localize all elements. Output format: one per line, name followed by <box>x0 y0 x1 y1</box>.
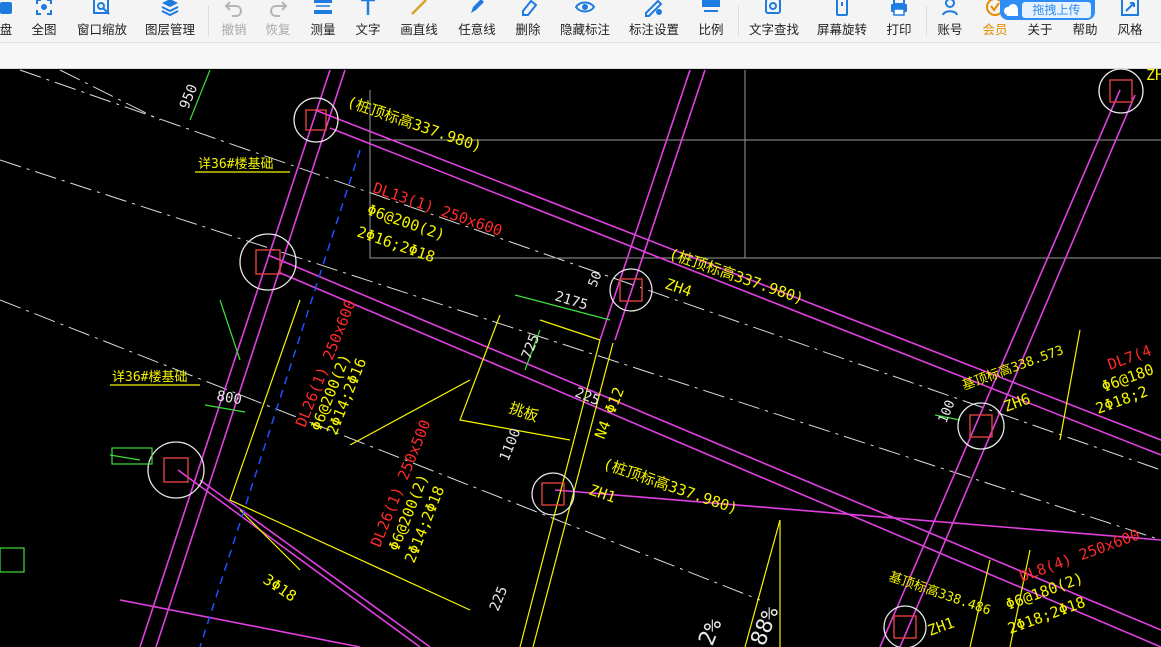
line-icon <box>408 0 430 17</box>
drag-upload-label: 拖拽上传 <box>1022 2 1091 18</box>
text-search-icon <box>763 0 785 17</box>
toolbar-style-button[interactable]: 风格 <box>1116 0 1144 42</box>
toolbar-print-button[interactable]: 打印 <box>884 0 914 42</box>
cad-drawing: (桩顶标高337.980) (桩顶标高337.980) (桩顶标高337.980… <box>0 69 1161 647</box>
pile-label-zh1-a: ZH1 <box>587 481 618 507</box>
toolbar-text-search-button[interactable]: 文字查找 <box>748 0 800 42</box>
pile-top-elevation-3: (桩顶标高337.980) <box>601 455 740 518</box>
toolbar-redo-label: 恢复 <box>265 23 291 37</box>
toolbar-account-button[interactable]: 账号 <box>936 0 964 42</box>
slope-2-percent: 2% <box>694 615 727 647</box>
toolbar-annotation-settings-label: 标注设置 <box>628 23 679 37</box>
style-icon <box>1119 0 1141 17</box>
window-zoom-icon <box>91 0 113 17</box>
eraser-icon <box>517 0 539 17</box>
toolbar-text-button[interactable]: 文字 <box>352 0 384 42</box>
dimension-950: 950 <box>177 82 201 111</box>
toolbar-style-label: 风格 <box>1117 23 1143 37</box>
toolbar-hide-annotations-label: 隐藏标注 <box>559 23 610 37</box>
pile-cores <box>163 79 1133 639</box>
toolbar-layers-button[interactable]: 图层管理 <box>142 0 198 42</box>
toolbar-freehand-button[interactable]: 任意线 <box>456 0 498 42</box>
toolbar-disk-label: 盘 <box>0 23 13 37</box>
toolbar-help-label: 帮助 <box>1072 23 1098 37</box>
user-icon <box>939 0 961 17</box>
scale-icon <box>700 0 722 17</box>
toolbar-separator <box>926 6 927 36</box>
slab-label: 挑板 <box>507 399 541 426</box>
drag-upload-button[interactable]: 拖拽上传 <box>1000 0 1095 20</box>
dimension-1100: 1100 <box>497 426 524 463</box>
pile-label-zh-top: ZH <box>1146 69 1161 84</box>
toolbar-scale-label: 比例 <box>698 23 724 37</box>
eye-icon <box>574 0 596 17</box>
redo-icon <box>267 0 289 17</box>
toolbar-account-label: 账号 <box>937 23 963 37</box>
rotate-icon <box>831 0 853 17</box>
printer-icon <box>888 0 910 17</box>
secondary-bar <box>0 43 1161 69</box>
toolbar-erase-label: 删除 <box>515 23 541 37</box>
toolbar-redo-button[interactable]: 恢复 <box>262 0 294 42</box>
beam-lines <box>119 69 1161 647</box>
toolbar-separator <box>738 6 739 36</box>
undo-icon <box>223 0 245 17</box>
toolbar-window-zoom-button[interactable]: 窗口缩放 <box>74 0 130 42</box>
toolbar-full-view-button[interactable]: 全图 <box>26 0 62 42</box>
cad-drawing-canvas[interactable]: (桩顶标高337.980) (桩顶标高337.980) (桩顶标高337.980… <box>0 69 1161 647</box>
toolbar-erase-button[interactable]: 删除 <box>512 0 544 42</box>
freehand-icon <box>466 0 488 17</box>
slope-88-percent: 88% <box>746 603 784 647</box>
toolbar-disk-button[interactable]: 盘 <box>0 0 16 42</box>
toolbar-hide-annotations-button[interactable]: 隐藏标注 <box>558 0 612 42</box>
toolbar-text-search-label: 文字查找 <box>748 23 799 37</box>
drawing-labels: (桩顶标高337.980) (桩顶标高337.980) (桩顶标高337.980… <box>112 69 1161 647</box>
toolbar-separator <box>208 6 209 36</box>
dimension-100: 100 <box>936 398 959 425</box>
toolbar-print-label: 打印 <box>886 23 912 37</box>
cloud-icon <box>1000 0 1022 20</box>
measure-icon <box>312 0 334 17</box>
toolbar-rotate-button[interactable]: 屏幕旋转 <box>816 0 868 42</box>
toolbar-line-label: 画直线 <box>400 23 438 37</box>
dimension-225-b: 225 <box>487 584 511 613</box>
dimension-50: 50 <box>586 269 606 289</box>
toolbar-text-label: 文字 <box>355 23 381 37</box>
toolbar-undo-button[interactable]: 撤销 <box>218 0 250 42</box>
toolbar-measure-label: 测量 <box>310 23 336 37</box>
toolbar-full-view-label: 全图 <box>31 23 57 37</box>
axis-lines <box>0 69 1161 601</box>
pile-label-zh1-b: ZH1 <box>925 614 957 640</box>
dimension-225-a: 225 <box>573 385 602 409</box>
toolbar-member-label: 会员 <box>982 23 1008 37</box>
text-icon <box>357 0 379 17</box>
toolbar-about-label: 关于 <box>1027 23 1053 37</box>
main-toolbar: 盘 全图 窗口缩放 图层管理 撤销 恢复 测量 文字 画直线 任意线 删除 隐藏… <box>0 0 1161 43</box>
pile-top-elevation-1: (桩顶标高337.980) <box>345 93 484 156</box>
layers-icon <box>159 0 181 17</box>
toolbar-window-zoom-label: 窗口缩放 <box>76 23 127 37</box>
toolbar-measure-button[interactable]: 测量 <box>307 0 339 42</box>
disk-icon <box>0 0 17 17</box>
rebar-3phi18-label: 3Φ18 <box>260 570 300 605</box>
full-view-icon <box>33 0 55 17</box>
toolbar-layers-label: 图层管理 <box>144 23 195 37</box>
toolbar-line-button[interactable]: 画直线 <box>398 0 440 42</box>
toolbar-freehand-label: 任意线 <box>458 23 496 37</box>
detail-reference-1: 详36#楼基础 <box>198 157 273 172</box>
hatched-blocks <box>0 447 153 573</box>
detail-reference-2: 详36#楼基础 <box>112 370 187 385</box>
toolbar-rotate-label: 屏幕旋转 <box>816 23 867 37</box>
toolbar-undo-label: 撤销 <box>221 23 247 37</box>
annotation-settings-icon <box>643 0 665 17</box>
toolbar-annotation-settings-button[interactable]: 标注设置 <box>627 0 681 42</box>
toolbar-scale-button[interactable]: 比例 <box>697 0 725 42</box>
